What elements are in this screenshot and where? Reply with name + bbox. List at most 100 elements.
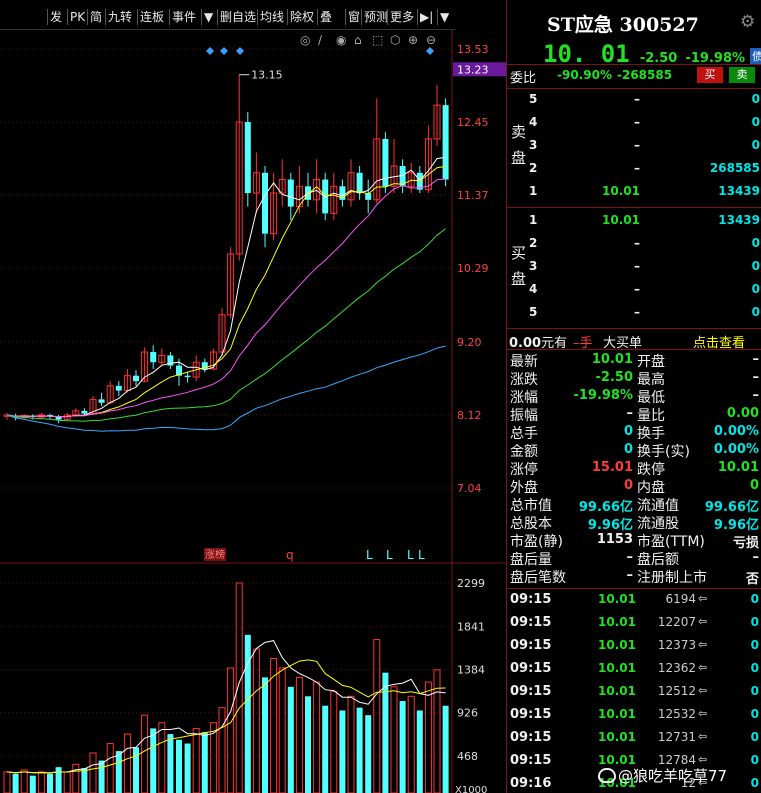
quote-value: 10.01 [717, 460, 759, 475]
toolbar-exright-button[interactable]: 除权 [290, 8, 314, 26]
chart-tool-icon: ⬡ [390, 33, 400, 47]
toolbar-lianban-button[interactable]: 连板 [140, 8, 164, 26]
volume-tick-label: 1841 [457, 620, 485, 633]
toolbar-ma-button[interactable]: 均线 [260, 8, 284, 26]
gear-icon[interactable]: ⚙ [740, 12, 755, 32]
toolbar-fa-button[interactable]: 发 [50, 8, 62, 26]
price-tick-label: 10.29 [457, 262, 489, 275]
tick-extra: 0 [750, 592, 759, 606]
volume-bar-up [218, 707, 226, 793]
down-arrow-icon: ⇦ [698, 707, 708, 720]
level-price: – [634, 282, 640, 296]
down-arrow-icon: ⇦ [698, 684, 708, 697]
toolbar-menu-dropdown-button[interactable]: ▼ [440, 8, 449, 26]
volume-bar-up [252, 648, 260, 793]
event-diamond-icon [426, 47, 434, 55]
volume-bar-up [313, 681, 321, 793]
sell-side-level-row[interactable]: 4 – 0 [507, 112, 761, 135]
chart-tool-icon: ◎ [300, 33, 310, 47]
kline-chart-area[interactable]: 13.53 13.23 12.45 11.37 10.29 9.20 8.12 7.04 229… [0, 30, 506, 793]
quote-label: 流通值 [637, 498, 679, 514]
level-volume: 13439 [718, 213, 760, 227]
toolbar-dropdown-button[interactable]: ▼ [204, 8, 213, 26]
volume-bar-down [176, 739, 182, 793]
sell-side-level-row[interactable]: 5 – 0 [507, 89, 761, 112]
level-number: 1 [529, 213, 538, 227]
tick-volume: 6194 [665, 592, 696, 606]
toolbar-window-button[interactable]: 窗 [348, 8, 360, 26]
sell-button[interactable]: 卖 [729, 67, 755, 83]
volume-bar-down [47, 773, 53, 793]
volume-bar-up [235, 582, 243, 793]
toolbar-separator [361, 9, 362, 25]
volume-bar-up [407, 695, 415, 793]
quote-row: 最新 10.01 开盘 – [507, 351, 761, 370]
tick-volume: 12731 [657, 730, 696, 744]
level-volume: 0 [751, 282, 760, 296]
quote-value: – [752, 370, 760, 385]
tick-extra: 0 [750, 707, 759, 721]
toolbar-separator [317, 9, 318, 25]
tick-row: 09:15 10.01 12532 ⇦ 0 [507, 703, 761, 726]
tick-volume: 12512 [657, 684, 696, 698]
buy-button[interactable]: 买 [697, 67, 723, 83]
tick-extra: 0 [750, 684, 759, 698]
toolbar-jiuzhuan-button[interactable]: 九转 [108, 8, 132, 26]
toolbar-more-button[interactable]: 更多 [390, 8, 414, 26]
ma60-line [6, 345, 446, 432]
toolbar-overlay-button[interactable]: 叠 [320, 8, 332, 26]
tick-list[interactable]: 09:15 10.01 6194 ⇦ 0 09:15 10.01 12207 ⇦ 0 09:15 10… [507, 588, 761, 793]
volume-bar-down [167, 734, 174, 793]
quote-row: 盘后量 – 盘后额 – [507, 549, 761, 568]
kline-chart[interactable]: 13.53 13.23 12.45 11.37 10.29 9.20 8.12 7.04 229… [0, 30, 506, 793]
quote-value: 0.00% [713, 424, 759, 439]
toolbar-forecast-button[interactable]: 预测 [364, 8, 388, 26]
down-arrow-icon: ⇦ [698, 661, 708, 674]
tick-price: 10.01 [598, 707, 636, 721]
tick-price: 10.01 [598, 661, 636, 675]
price-tick-label: 13.23 [457, 63, 489, 76]
toolbar-next-icon-button[interactable]: ▶| [420, 8, 433, 26]
tick-time: 09:15 [510, 753, 552, 768]
volume-bar-down [365, 715, 372, 793]
volume-bar-up [373, 639, 381, 793]
quote-value: 10.01 [591, 352, 633, 367]
level-volume: 0 [751, 138, 760, 152]
volume-bar-down [442, 705, 449, 793]
buy-side-level-row[interactable]: 3 – 0 [507, 256, 761, 279]
chart-tool-icon: ⬚ [372, 33, 383, 47]
level-price: – [634, 138, 640, 152]
quote-value: – [752, 388, 760, 403]
buy-side-level-row[interactable]: 5 – 0 [507, 302, 761, 325]
quote-row: 涨幅 -19.98% 最低 – [507, 387, 761, 406]
quote-value: 0 [623, 442, 633, 457]
volume-bar-up [72, 763, 80, 793]
quote-label: 盘后额 [637, 552, 679, 568]
sell-side-level-row[interactable]: 1 10.01 13439 [507, 181, 761, 204]
buy-side-level-row[interactable]: 1 10.01 13439 [507, 210, 761, 233]
chart-tool-icon: ⊖ [426, 33, 436, 47]
toolbar-remove-watchlist-button[interactable]: 删自选 [220, 8, 256, 26]
buy-side-level-row[interactable]: 2 – 0 [507, 233, 761, 256]
volume-bar-up [278, 667, 286, 793]
l-marker: L [366, 548, 373, 562]
candle-body-down [115, 385, 122, 391]
toolbar-pk-button[interactable]: PK [70, 8, 85, 26]
sell-side-level-row[interactable]: 2 – 268585 [507, 158, 761, 181]
tick-time: 09:15 [510, 638, 552, 653]
quote-value: – [752, 352, 760, 367]
volume-bar-down [201, 732, 208, 793]
tick-time: 09:15 [510, 661, 552, 676]
bond-badge[interactable]: 债 [750, 48, 761, 64]
quote-label: 市盈(静) [510, 534, 563, 550]
candle-body-down [287, 179, 294, 207]
level-number: 2 [529, 236, 538, 250]
toolbar-jian-button[interactable]: 简 [90, 8, 102, 26]
sell-side-level-row[interactable]: 3 – 0 [507, 135, 761, 158]
stock-code: 300527 [619, 14, 699, 36]
toolbar-shijian-button[interactable]: 事件 [172, 8, 196, 26]
toolbar-separator [417, 9, 418, 25]
buy-side-level-row[interactable]: 4 – 0 [507, 279, 761, 302]
tick-extra: 0 [750, 615, 759, 629]
volume-bar-down [98, 760, 105, 793]
